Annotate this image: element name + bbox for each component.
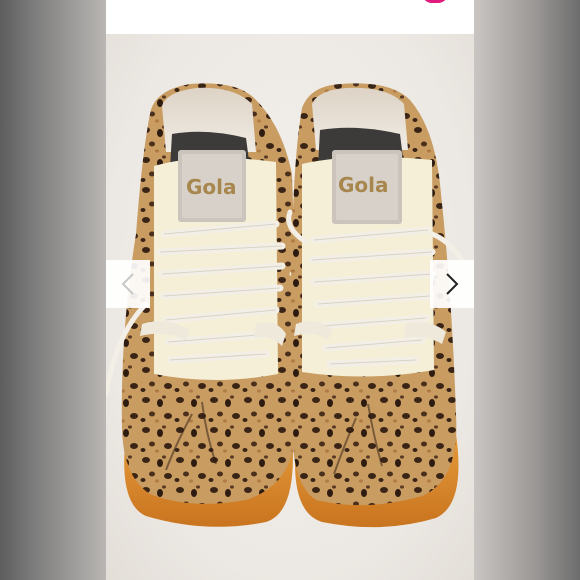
- chevron-right-icon: [446, 273, 459, 295]
- accent-indicator: [422, 0, 448, 3]
- top-bar: [106, 0, 474, 34]
- next-photo-button[interactable]: [430, 260, 474, 308]
- previous-photo-button[interactable]: [106, 260, 150, 308]
- chevron-left-icon: [121, 273, 134, 295]
- background-right: [474, 0, 580, 580]
- background-left: [0, 0, 106, 580]
- svg-text:Gola: Gola: [186, 175, 237, 199]
- leopard-print-sneakers-image: Gola Gola: [106, 83, 474, 528]
- listing-card: Gola Gola: [106, 0, 474, 580]
- product-photo[interactable]: Gola Gola: [106, 34, 474, 580]
- svg-text:Gola: Gola: [338, 173, 389, 197]
